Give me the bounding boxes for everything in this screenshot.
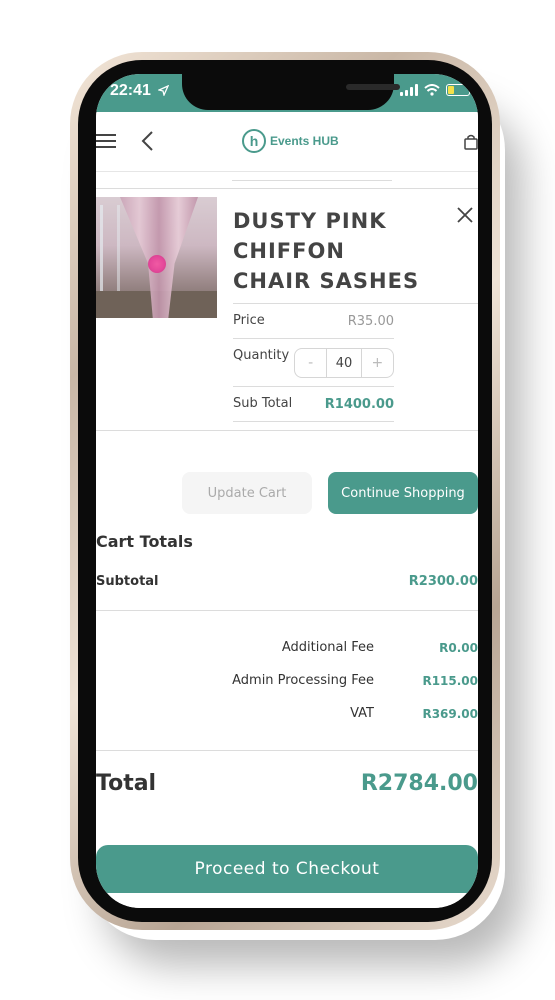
quantity-decrease-button[interactable]: - xyxy=(295,349,326,377)
screen-bottom xyxy=(96,896,478,908)
admin-fee-value: R115.00 xyxy=(422,674,478,688)
app-header: h Events HUB xyxy=(96,112,478,172)
admin-fee-label: Admin Processing Fee xyxy=(232,673,374,688)
menu-icon[interactable] xyxy=(96,134,116,148)
cart-subtotal-label: Subtotal xyxy=(96,574,159,589)
additional-fee-value: R0.00 xyxy=(439,641,478,655)
divider xyxy=(233,386,394,387)
total-value: R2784.00 xyxy=(360,771,478,796)
cart-subtotal-value: R2300.00 xyxy=(408,574,478,589)
status-bar: 22:41 xyxy=(96,74,478,112)
total-label: Total xyxy=(96,771,157,796)
back-arrow-icon[interactable] xyxy=(140,130,156,152)
additional-fee-label: Additional Fee xyxy=(281,640,374,655)
continue-shopping-button[interactable]: Continue Shopping xyxy=(328,472,478,514)
vat-value: R369.00 xyxy=(422,707,478,721)
phone-screen: 22:41 h Events HUB DUSTY PINK CHIFFON CH… xyxy=(96,74,478,908)
product-title: DUSTY PINK CHIFFON CHAIR SASHES xyxy=(233,209,420,293)
product-image[interactable] xyxy=(96,197,217,318)
signal-icon xyxy=(400,84,418,96)
quantity-stepper[interactable]: - 40 + xyxy=(294,348,394,378)
update-cart-button[interactable]: Update Cart xyxy=(182,472,312,514)
wifi-icon xyxy=(424,84,440,96)
divider xyxy=(233,421,394,422)
logo-mark: h xyxy=(242,129,266,153)
quantity-input[interactable]: 40 xyxy=(326,349,362,377)
battery-icon xyxy=(446,84,470,96)
divider xyxy=(96,750,478,751)
quantity-label: Quantity xyxy=(233,348,290,363)
price-value: R35.00 xyxy=(347,314,394,329)
status-icons xyxy=(400,84,470,96)
flower-decoration xyxy=(148,255,166,273)
cart-totals-heading: Cart Totals xyxy=(96,532,193,551)
subtotal-value: R1400.00 xyxy=(324,397,394,412)
phone-mockup: 22:41 h Events HUB DUSTY PINK CHIFFON CH… xyxy=(0,0,555,1000)
divider xyxy=(233,303,478,304)
price-label: Price xyxy=(233,313,265,328)
divider xyxy=(96,430,478,431)
divider xyxy=(233,338,394,339)
proceed-to-checkout-button[interactable]: Proceed to Checkout xyxy=(96,845,478,893)
divider xyxy=(96,188,478,189)
divider xyxy=(232,180,392,181)
close-icon[interactable] xyxy=(456,206,474,224)
status-time: 22:41 xyxy=(110,82,151,99)
location-arrow-icon xyxy=(158,85,169,96)
vat-label: VAT xyxy=(350,706,374,721)
brand-logo[interactable]: h Events HUB xyxy=(242,129,339,153)
phone-notch xyxy=(182,74,400,110)
shopping-bag-icon[interactable] xyxy=(464,134,478,150)
subtotal-label: Sub Total xyxy=(233,396,293,411)
logo-text: Events HUB xyxy=(270,134,339,148)
quantity-increase-button[interactable]: + xyxy=(362,349,393,377)
divider xyxy=(96,610,478,611)
speaker-grille xyxy=(346,84,400,90)
